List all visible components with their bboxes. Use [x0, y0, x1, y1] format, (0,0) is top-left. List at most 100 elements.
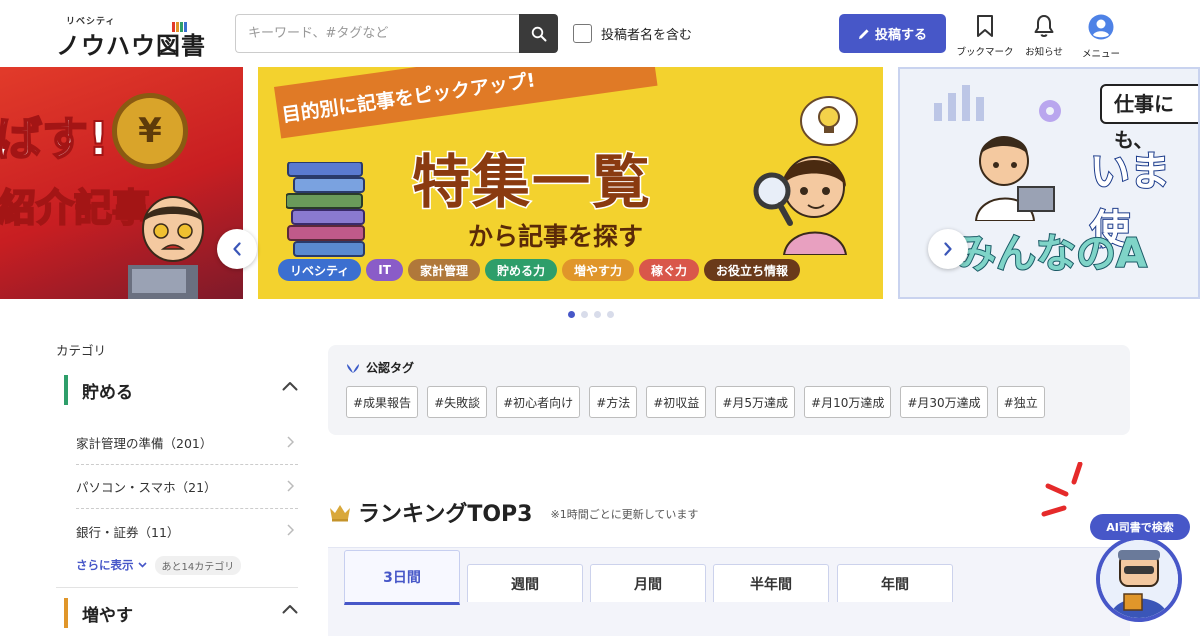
- slide-tag: 家計管理: [407, 259, 480, 281]
- attention-burst-icon: [1041, 462, 1083, 517]
- chevron-left-icon: [233, 242, 241, 256]
- carousel-slide-prev[interactable]: ばす! ¥ 紹介記事: [0, 67, 243, 299]
- chevron-down-icon: [137, 562, 147, 568]
- search-button[interactable]: [519, 14, 558, 53]
- chevron-right-icon: [287, 524, 294, 536]
- more-count-badge: あと14カテゴリ: [154, 555, 242, 575]
- chevron-up-icon[interactable]: [282, 604, 298, 614]
- robot-librarian-icon: [1100, 540, 1178, 618]
- ranking-header: ランキングTOP3 ※1時間ごとに更新しています: [328, 496, 698, 528]
- search-input[interactable]: [235, 14, 520, 53]
- ai-search-label: AI司書で検索: [1090, 514, 1190, 540]
- slide-tag: 貯める力: [484, 259, 557, 281]
- official-tag[interactable]: #初心者向け: [496, 386, 581, 418]
- carousel-dot[interactable]: [568, 311, 575, 318]
- show-more-row: さらに表示 あと14カテゴリ: [76, 553, 298, 577]
- carousel-prev-button[interactable]: [217, 229, 257, 269]
- yen-coin-icon: ¥: [112, 93, 188, 169]
- notification-button[interactable]: お知らせ: [1020, 14, 1068, 58]
- slide-subtitle: から記事を探す: [468, 222, 644, 251]
- bookmark-icon: [977, 15, 993, 37]
- subcategory-item[interactable]: 家計管理の準備（201）: [76, 421, 298, 465]
- tab-yearly[interactable]: 年間: [837, 564, 953, 602]
- post-button[interactable]: 投稿する: [839, 14, 946, 53]
- bar-chart-icon: [934, 85, 984, 121]
- user-avatar-icon: [1088, 14, 1114, 40]
- menu-button[interactable]: メニュー: [1078, 14, 1124, 60]
- slide-next-subheading: みんなのA: [955, 230, 1148, 278]
- official-tag[interactable]: #初収益: [646, 386, 707, 418]
- show-more-label: さらに表示: [76, 558, 134, 572]
- site-logo[interactable]: リベシティ ノウハウ図書館: [56, 14, 221, 95]
- chevron-right-icon: [287, 436, 294, 448]
- carousel-slide-current[interactable]: 目的別に記事をピックアップ! 特集一覧 から記事を探す リベシティ IT 家計管…: [258, 67, 883, 299]
- official-tag[interactable]: #月10万達成: [804, 386, 892, 418]
- chevron-up-icon[interactable]: [282, 381, 298, 391]
- official-tag[interactable]: #成果報告: [346, 386, 419, 418]
- search-bar: [235, 14, 558, 53]
- official-tag[interactable]: #月5万達成: [715, 386, 796, 418]
- official-tag[interactable]: #失敗談: [427, 386, 488, 418]
- man-with-laptop-illustration: [974, 136, 1055, 221]
- carousel-dot[interactable]: [607, 311, 614, 318]
- crown-icon: [330, 505, 350, 522]
- show-more-link[interactable]: さらに表示: [76, 557, 147, 573]
- slide-tag: 稼ぐ力: [638, 259, 699, 281]
- tab-weekly[interactable]: 週間: [467, 564, 583, 602]
- tab-3days[interactable]: 3日間: [344, 550, 460, 605]
- official-tag[interactable]: #独立: [996, 386, 1045, 418]
- slide-tag-row: リベシティ IT 家計管理 貯める力 増やす力 稼ぐ力 お役立ち情報: [278, 259, 801, 281]
- slide-prev-heading: ばす!: [0, 111, 110, 167]
- site-header: リベシティ ノウハウ図書館 投稿者名を含む 投稿する ブックマーク: [0, 0, 1200, 95]
- bookmark-label: ブックマーク: [956, 47, 1014, 58]
- ai-librarian-search-button[interactable]: AI司書で検索: [1090, 514, 1192, 622]
- slide-tag: リベシティ: [278, 259, 362, 281]
- official-tags-panel: 公認タグ #成果報告 #失敗談 #初心者向け #方法 #初収益 #月5万達成 #…: [328, 345, 1130, 435]
- category-save[interactable]: 貯める: [64, 375, 298, 405]
- official-tags-label: 公認タグ: [366, 361, 415, 375]
- official-tag-list: #成果報告 #失敗談 #初心者向け #方法 #初収益 #月5万達成 #月10万達…: [346, 386, 1112, 418]
- subcategory-label: 家計管理の準備（201）: [76, 436, 213, 451]
- bookmark-button[interactable]: ブックマーク: [955, 14, 1015, 58]
- notification-label: お知らせ: [1025, 47, 1063, 58]
- official-tag[interactable]: #方法: [589, 386, 638, 418]
- subcategory-item[interactable]: 銀行・証券（11）: [76, 509, 298, 553]
- slide-tag: お役立ち情報: [704, 259, 801, 281]
- category-grow[interactable]: 増やす: [64, 598, 298, 628]
- official-tags-title: 公認タグ: [346, 359, 1112, 376]
- post-button-label: 投稿する: [874, 28, 927, 43]
- carousel-next-button[interactable]: [928, 229, 968, 269]
- sidebar-heading: カテゴリ: [56, 343, 107, 358]
- checkbox-box[interactable]: [573, 23, 592, 43]
- category-label: 貯める: [82, 382, 133, 403]
- slide-title: 特集一覧: [410, 147, 653, 218]
- subcategory-label: 銀行・証券（11）: [76, 524, 180, 540]
- gear-icon: [1039, 100, 1061, 122]
- official-tag[interactable]: #月30万達成: [900, 386, 988, 418]
- subcategory-item[interactable]: パソコン・スマホ（21）: [76, 465, 298, 509]
- ranking-tabs: 3日間 週間 月間 半年間 年間: [328, 547, 1130, 636]
- pencil-icon: [858, 28, 869, 39]
- carousel-pagination: [568, 311, 614, 318]
- slide-tag: IT: [366, 259, 403, 281]
- girl-with-magnifier-illustration: [753, 156, 848, 255]
- sidebar-divider: [56, 587, 298, 588]
- category-sidebar: カテゴリ 貯める 家計管理の準備（201） パソコン・スマホ（21） 銀行・証券…: [56, 340, 298, 628]
- subcategory-list: 家計管理の準備（201） パソコン・スマホ（21） 銀行・証券（11）: [76, 421, 298, 553]
- menu-label: メニュー: [1081, 49, 1120, 60]
- books-icon: [286, 162, 365, 257]
- tab-half-year[interactable]: 半年間: [713, 564, 829, 602]
- worried-man-illustration: [128, 196, 204, 299]
- chevron-right-icon: [944, 242, 952, 256]
- include-author-label: 投稿者名を含む: [601, 27, 693, 43]
- include-author-checkbox[interactable]: 投稿者名を含む: [573, 23, 692, 43]
- lightbulb-icon: [800, 96, 858, 146]
- carousel-dot[interactable]: [594, 311, 601, 318]
- laurel-icon: [347, 363, 359, 373]
- category-label: 増やす: [82, 605, 133, 626]
- yen-symbol: ¥: [138, 111, 162, 151]
- tab-monthly[interactable]: 月間: [590, 564, 706, 602]
- carousel-dot[interactable]: [581, 311, 588, 318]
- feature-carousel: ばす! ¥ 紹介記事 目的別に記事をピックアップ! 特集一覧 から記事を探す リ…: [0, 67, 1200, 299]
- ranking-title: ランキングTOP3: [358, 502, 533, 527]
